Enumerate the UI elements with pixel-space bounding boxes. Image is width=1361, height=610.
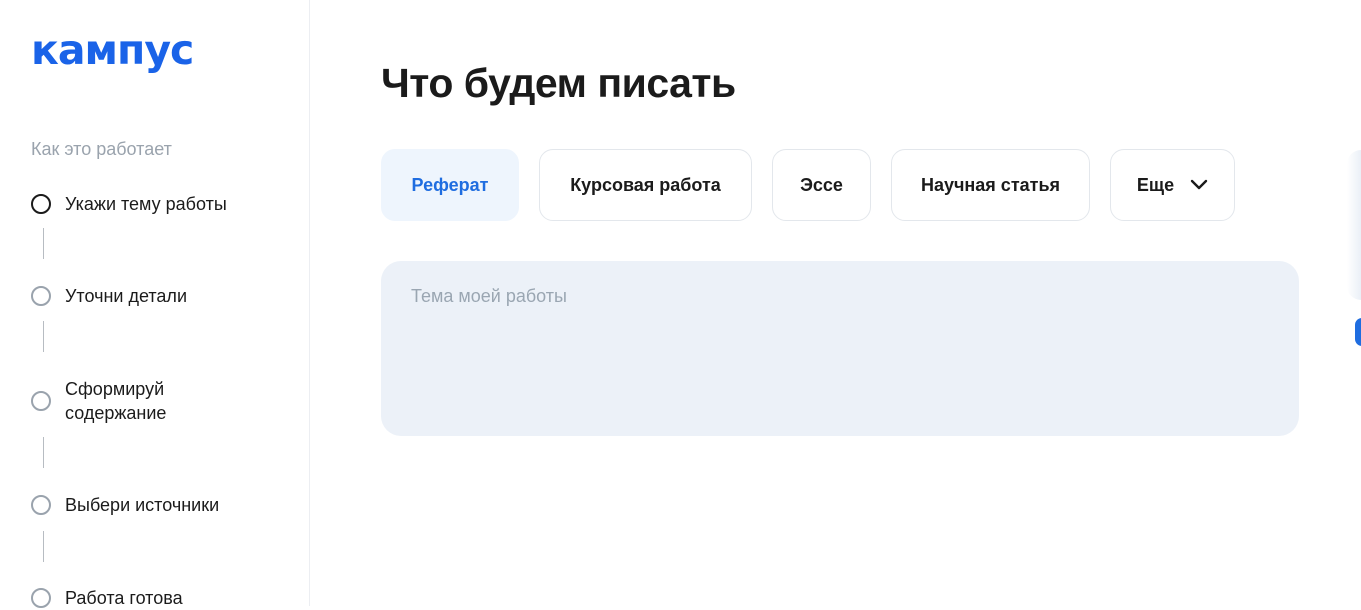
page-title: Что будем писать — [381, 60, 736, 106]
step-label: Сформируй содержание — [65, 379, 167, 423]
how-it-works-label: Как это работает — [31, 139, 172, 159]
step-details: Уточни детали — [31, 284, 265, 308]
step-circle-icon — [31, 588, 51, 608]
step-label: Выбери источники — [65, 495, 220, 515]
side-panel-handle[interactable] — [1355, 318, 1361, 346]
side-panel-edge — [1347, 150, 1361, 300]
sidebar: кампус Как это работает Укажи тему работ… — [0, 0, 310, 608]
step-connector — [43, 321, 44, 352]
step-label: Работа готова — [65, 588, 183, 608]
step-circle-icon — [31, 495, 51, 515]
logo[interactable]: кампус — [31, 30, 194, 71]
tab-referat[interactable]: Реферат — [381, 149, 519, 221]
step-done: Работа готова — [31, 586, 265, 610]
step-contents: Сформируй содержание — [31, 377, 215, 425]
tab-label: Реферат — [411, 174, 489, 195]
step-topic: Укажи тему работы — [31, 192, 265, 216]
step-connector — [43, 437, 44, 468]
tab-label: Эссе — [800, 174, 843, 195]
tab-label: Курсовая работа — [570, 174, 721, 195]
step-label: Уточни детали — [65, 286, 187, 306]
step-label: Укажи тему работы — [65, 194, 227, 214]
tab-more-dropdown[interactable]: Еще — [1110, 149, 1235, 221]
step-active-circle-icon — [31, 194, 51, 214]
step-connector — [43, 228, 44, 259]
tab-scientific-article[interactable]: Научная статья — [891, 149, 1090, 221]
topic-input-container[interactable] — [381, 261, 1299, 436]
tab-essay[interactable]: Эссе — [772, 149, 871, 221]
step-sources: Выбери источники — [31, 493, 265, 517]
chevron-down-icon — [1190, 179, 1208, 191]
tab-coursework[interactable]: Курсовая работа — [539, 149, 752, 221]
tab-label: Еще — [1136, 174, 1175, 195]
tab-label: Научная статья — [920, 174, 1061, 195]
step-connector — [43, 531, 44, 562]
step-circle-icon — [31, 286, 51, 306]
step-circle-icon — [31, 391, 51, 411]
topic-input[interactable] — [411, 286, 1269, 411]
